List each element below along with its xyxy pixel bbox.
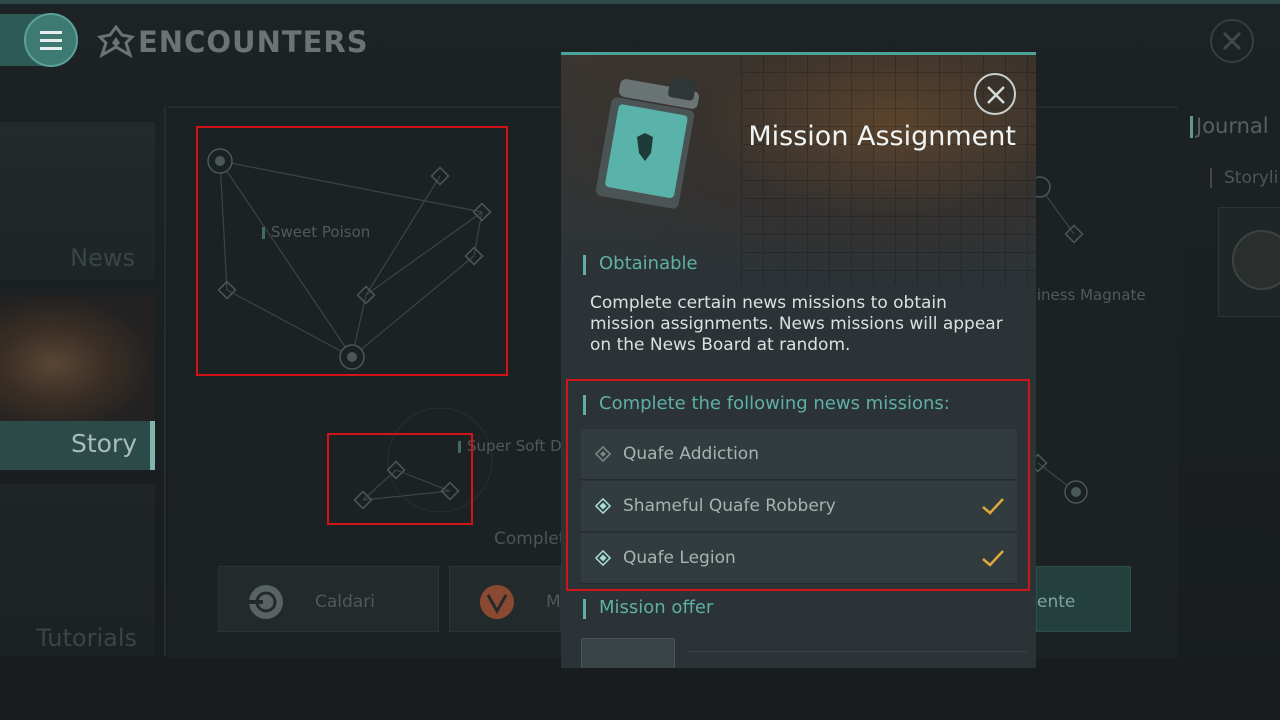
top-accent-line <box>0 0 1280 4</box>
faction-label: ente <box>1037 592 1076 612</box>
faction-tab-caldari[interactable]: Caldari <box>218 566 439 632</box>
menu-button[interactable] <box>24 13 78 67</box>
close-icon <box>1222 31 1242 51</box>
faction-tab-minmatar[interactable]: M <box>449 566 561 632</box>
faction-wing-icon <box>96 25 136 59</box>
nav-tutorials-label: Tutorials <box>36 624 137 652</box>
close-screen-button[interactable] <box>1210 19 1254 63</box>
map-label-super-soft[interactable]: Super Soft D <box>458 437 562 455</box>
mission-offer-card[interactable] <box>581 638 675 668</box>
close-icon <box>987 86 1005 104</box>
obtainable-description: Complete certain news missions to obtain… <box>590 293 1003 355</box>
nav-story[interactable]: Story <box>0 421 155 470</box>
nav-tutorials[interactable]: Tutorials <box>0 484 155 656</box>
highlight-box-missions <box>566 379 1030 591</box>
journal-title: Journal <box>1196 114 1269 138</box>
nav-news-label: News <box>70 244 135 272</box>
faction-label: Caldari <box>315 592 375 612</box>
journal-storyline-label: Storyli <box>1224 168 1279 188</box>
page-title: ENCOUNTERS <box>138 25 369 59</box>
hamburger-icon <box>40 31 62 34</box>
page-header: ENCOUNTERS <box>96 24 369 60</box>
map-label-business-magnate[interactable]: siness Magnate <box>1029 286 1146 304</box>
dialog-title: Mission Assignment <box>748 121 1016 152</box>
journal-indicator <box>1190 116 1193 138</box>
complete-status-text: Complet <box>494 529 566 549</box>
highlight-box-map-1 <box>196 126 508 376</box>
mission-offer-divider <box>687 651 1027 652</box>
faction-tab-gallente[interactable]: ente <box>1036 566 1131 632</box>
mission-scroll-icon <box>595 77 700 209</box>
nav-news[interactable]: News <box>0 122 155 280</box>
storyline-indicator <box>1210 168 1212 188</box>
highlight-box-map-2 <box>327 433 473 525</box>
dialog-close-button[interactable] <box>974 73 1016 115</box>
faction-label: M <box>546 592 561 612</box>
nav-divider <box>164 106 166 656</box>
caldari-logo-icon <box>249 585 283 619</box>
nav-active-indicator <box>150 421 155 470</box>
nav-story-label: Story <box>70 429 137 458</box>
nav-story-image <box>0 295 155 421</box>
minmatar-logo-icon <box>480 585 514 619</box>
